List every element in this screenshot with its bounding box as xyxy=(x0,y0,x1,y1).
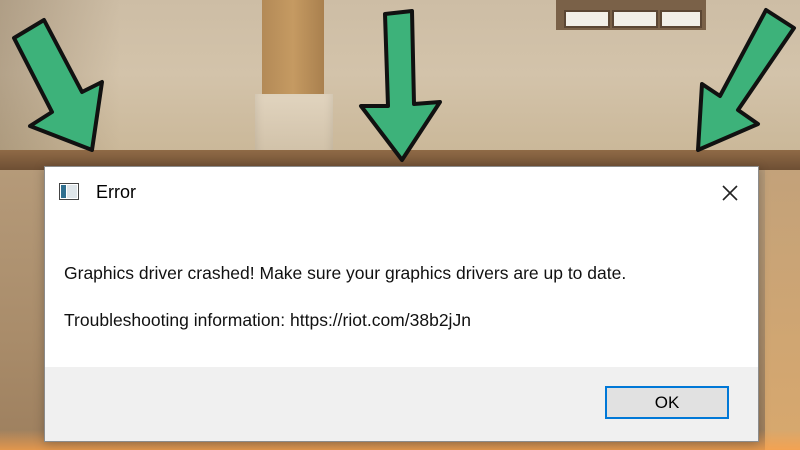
dialog-footer: OK xyxy=(45,367,758,441)
dialog-title: Error xyxy=(96,182,136,202)
arrow-down-left-icon xyxy=(12,18,104,152)
error-dialog: Error Graphics driver crashed! Make sure… xyxy=(44,166,759,442)
background-window-pane xyxy=(564,10,610,28)
background-right-edge xyxy=(765,170,800,450)
dialog-title-bar[interactable]: Error xyxy=(45,167,758,219)
dialog-content: Graphics driver crashed! Make sure your … xyxy=(45,219,758,367)
background-wood-pillar xyxy=(262,0,324,98)
arrow-down-right-icon xyxy=(696,8,796,152)
app-window-icon xyxy=(59,183,79,200)
troubleshooting-info: Troubleshooting information: https://rio… xyxy=(64,310,471,330)
background-window-pane xyxy=(612,10,658,28)
error-message: Graphics driver crashed! Make sure your … xyxy=(64,263,627,283)
close-button[interactable] xyxy=(707,173,753,213)
close-icon xyxy=(722,185,738,201)
arrow-down-center-icon xyxy=(359,9,442,162)
background-window xyxy=(556,0,706,30)
ok-button[interactable]: OK xyxy=(605,386,729,419)
